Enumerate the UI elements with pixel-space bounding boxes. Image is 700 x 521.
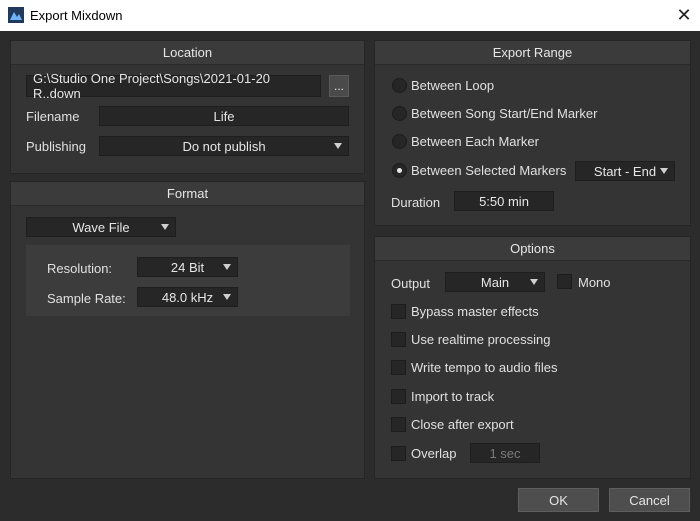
chevron-down-icon bbox=[161, 224, 169, 230]
file-type-select[interactable]: Wave File bbox=[26, 217, 176, 237]
overlap-checkbox[interactable] bbox=[391, 446, 406, 461]
title-bar: Export Mixdown ✕ bbox=[0, 0, 700, 31]
chevron-down-icon bbox=[334, 143, 342, 149]
resolution-value: 24 Bit bbox=[170, 259, 205, 275]
cancel-button[interactable]: Cancel bbox=[609, 488, 690, 512]
publishing-label: Publishing bbox=[26, 139, 86, 154]
output-select[interactable]: Main bbox=[445, 272, 545, 292]
browse-button[interactable]: ... bbox=[329, 75, 349, 97]
mono-checkbox[interactable] bbox=[557, 274, 572, 289]
format-header: Format bbox=[11, 182, 364, 206]
export-path-field[interactable]: G:\Studio One Project\Songs\2021-01-20 R… bbox=[26, 71, 321, 101]
export-range-panel: Export Range Between Loop Between Song S… bbox=[374, 40, 691, 226]
marker-range-select[interactable]: Start - End bbox=[575, 161, 675, 181]
chevron-down-icon bbox=[223, 294, 231, 300]
overlap-value: 1 sec bbox=[489, 445, 521, 461]
format-settings-box: Resolution: 24 Bit Sample Rate: 48.0 kHz bbox=[26, 245, 350, 316]
options-panel: Options Output Main Mono Bypass master e… bbox=[374, 236, 691, 479]
filename-label: Filename bbox=[26, 109, 80, 124]
overlap-label: Overlap bbox=[411, 446, 457, 461]
overlap-input[interactable]: 1 sec bbox=[470, 443, 540, 463]
export-path-text: G:\Studio One Project\Songs\2021-01-20 R… bbox=[33, 71, 271, 101]
write-tempo-checkbox[interactable] bbox=[391, 360, 406, 375]
sample-rate-select[interactable]: 48.0 kHz bbox=[137, 287, 238, 307]
use-realtime-processing-label: Use realtime processing bbox=[411, 332, 551, 347]
format-panel: Format Wave File Resolution: 24 Bit Samp… bbox=[10, 181, 365, 479]
radio-between-loop[interactable] bbox=[392, 78, 407, 93]
chevron-down-icon bbox=[530, 279, 538, 285]
filename-value: Life bbox=[213, 108, 235, 124]
output-label: Output bbox=[391, 276, 431, 291]
range-option-label: Between Loop bbox=[411, 78, 495, 93]
close-after-export-checkbox[interactable] bbox=[391, 417, 406, 432]
bypass-master-effects-checkbox[interactable] bbox=[391, 304, 406, 319]
close-after-export-label: Close after export bbox=[411, 417, 514, 432]
bypass-master-effects-label: Bypass master effects bbox=[411, 304, 539, 319]
resolution-select[interactable]: 24 Bit bbox=[137, 257, 238, 277]
dialog-body: Location G:\Studio One Project\Songs\202… bbox=[0, 31, 700, 521]
location-header: Location bbox=[11, 41, 364, 65]
write-tempo-label: Write tempo to audio files bbox=[411, 360, 558, 375]
publishing-value: Do not publish bbox=[182, 138, 266, 154]
use-realtime-processing-checkbox[interactable] bbox=[391, 332, 406, 347]
mono-label: Mono bbox=[578, 275, 611, 290]
chevron-down-icon bbox=[660, 168, 668, 174]
window-title: Export Mixdown bbox=[30, 8, 123, 23]
filename-input[interactable]: Life bbox=[99, 106, 349, 126]
resolution-label: Resolution: bbox=[47, 261, 113, 276]
options-header: Options bbox=[375, 237, 690, 261]
radio-song-markers[interactable] bbox=[392, 106, 407, 121]
location-panel: Location G:\Studio One Project\Songs\202… bbox=[10, 40, 365, 174]
publishing-select[interactable]: Do not publish bbox=[99, 136, 349, 156]
range-option-label: Between Each Marker bbox=[411, 134, 539, 149]
radio-each-marker[interactable] bbox=[392, 134, 407, 149]
file-type-value: Wave File bbox=[72, 219, 130, 235]
duration-label: Duration bbox=[391, 195, 441, 210]
marker-range-value: Start - End bbox=[593, 163, 657, 179]
import-to-track-checkbox[interactable] bbox=[391, 389, 406, 404]
output-value: Main bbox=[480, 274, 510, 290]
duration-field: 5:50 min bbox=[454, 191, 554, 211]
range-option-label: Between Selected Markers bbox=[411, 163, 567, 178]
duration-value: 5:50 min bbox=[479, 193, 529, 209]
export-range-header: Export Range bbox=[375, 41, 690, 65]
chevron-down-icon bbox=[223, 264, 231, 270]
sample-rate-label: Sample Rate: bbox=[47, 291, 126, 306]
close-icon[interactable]: ✕ bbox=[668, 0, 700, 31]
studio-one-app-icon bbox=[8, 7, 24, 23]
import-to-track-label: Import to track bbox=[411, 389, 495, 404]
radio-selected-markers[interactable] bbox=[392, 163, 407, 178]
range-option-label: Between Song Start/End Marker bbox=[411, 106, 598, 121]
ok-button[interactable]: OK bbox=[518, 488, 599, 512]
sample-rate-value: 48.0 kHz bbox=[161, 289, 214, 305]
